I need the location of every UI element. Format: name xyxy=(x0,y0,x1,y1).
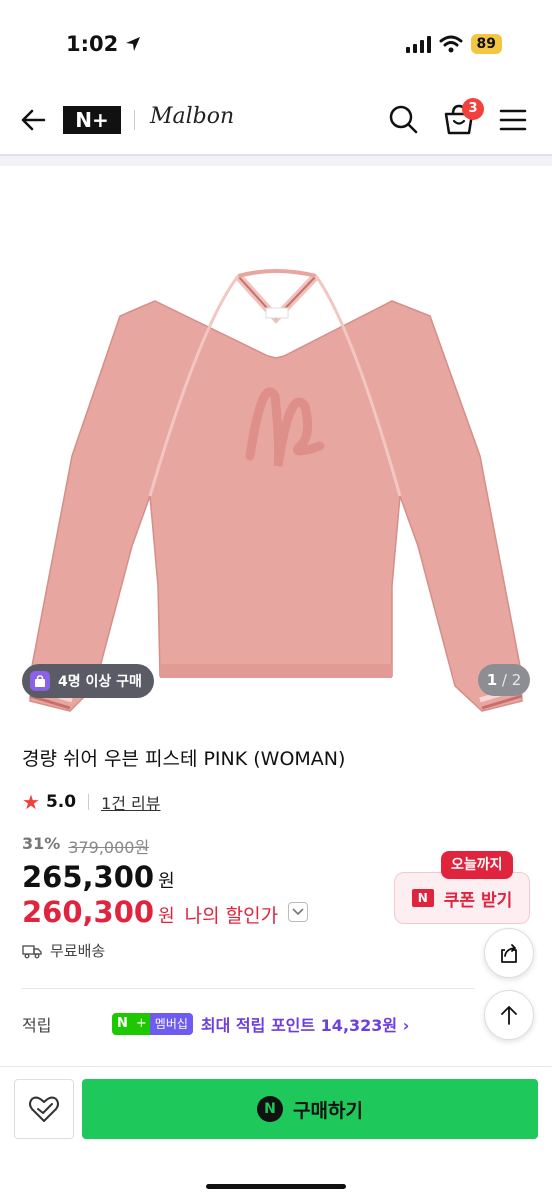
header-divider xyxy=(134,110,135,130)
cellular-signal-icon xyxy=(405,35,431,53)
pager-current: 1 xyxy=(486,671,498,689)
arrow-up-icon xyxy=(501,1006,517,1025)
rating-row: ★ 5.0 1건 리뷰 xyxy=(22,790,161,814)
max-points-text: 최대 적립 포인트 14,323원 › xyxy=(200,1016,410,1035)
pager-total: 2 xyxy=(511,671,522,689)
sale-price-value: 265,300 xyxy=(22,860,155,894)
points-label: 적립 xyxy=(22,1016,52,1035)
original-price: 379,000원 xyxy=(68,838,150,857)
rating-divider xyxy=(88,794,90,810)
naver-n-icon: N xyxy=(411,889,434,907)
review-link[interactable]: 1건 리뷰 xyxy=(101,790,160,814)
scroll-to-top-button[interactable] xyxy=(484,990,534,1040)
hamburger-menu-icon[interactable] xyxy=(498,106,528,134)
discount-line: 31% 379,000원 xyxy=(22,834,149,858)
my-price-unit: 원 xyxy=(158,906,175,927)
nplus-store-logo[interactable]: N+ xyxy=(63,106,121,134)
shopping-bag-icon xyxy=(30,671,50,691)
product-title: 경량 쉬어 우븐 피스테 PINK (WOMAN) xyxy=(22,748,346,770)
share-button[interactable] xyxy=(484,928,534,978)
buy-button[interactable]: N 구매하기 xyxy=(82,1079,538,1139)
delivery-label: 무료배송 xyxy=(50,942,106,960)
coupon-deadline-tag: 오늘까지 xyxy=(441,851,513,879)
status-icons: 89 xyxy=(405,34,502,54)
back-arrow-icon[interactable] xyxy=(18,104,50,136)
naver-pay-icon: N xyxy=(257,1096,284,1122)
rating-score: 5.0 xyxy=(45,792,77,812)
status-time: 1:02 xyxy=(66,32,142,56)
app-header: N+ Malbon 3 xyxy=(0,88,552,154)
product-image xyxy=(29,269,523,712)
status-bar: 1:02 89 xyxy=(0,0,552,88)
home-indicator xyxy=(206,1184,346,1189)
cart-count-badge: 3 xyxy=(462,98,484,120)
bottom-action-bar: N 구매하기 xyxy=(0,1066,552,1200)
membership-badge: N + 멤버십 xyxy=(112,1013,193,1035)
product-image-gallery[interactable] xyxy=(0,166,552,712)
brand-logo[interactable]: Malbon xyxy=(150,104,234,129)
group-buy-label: 4명 이상 구매 xyxy=(58,674,142,690)
sale-price: 265,300 원 xyxy=(22,860,175,894)
star-icon: ★ xyxy=(22,790,40,814)
truck-icon xyxy=(22,944,42,958)
my-price-value: 260,300 xyxy=(22,895,155,929)
wishlist-button[interactable] xyxy=(14,1079,74,1139)
my-price-label: 나의 할인가 xyxy=(184,905,279,927)
location-arrow-icon xyxy=(126,37,141,51)
header-separator xyxy=(0,154,552,166)
discount-percent: 31% xyxy=(22,834,61,853)
wifi-icon xyxy=(439,35,463,53)
battery-indicator: 89 xyxy=(470,34,502,54)
image-pager: 1 / 2 xyxy=(478,664,530,696)
heart-check-icon xyxy=(29,1096,59,1122)
my-discount-price: 260,300 원 나의 할인가 xyxy=(22,895,309,929)
search-icon[interactable] xyxy=(386,102,420,136)
delivery-info: 무료배송 xyxy=(22,940,105,961)
group-buy-badge: 4명 이상 구매 xyxy=(22,664,154,698)
sale-price-unit: 원 xyxy=(158,871,175,892)
share-icon xyxy=(501,944,517,963)
coupon-label: 쿠폰 받기 xyxy=(443,890,513,911)
section-divider xyxy=(22,988,474,989)
coupon-button[interactable]: N 쿠폰 받기 xyxy=(394,872,530,924)
chevron-down-icon[interactable] xyxy=(288,902,309,922)
points-row[interactable]: 적립 N + 멤버십 최대 적립 포인트 14,323원 › xyxy=(22,1012,409,1036)
buy-button-label: 구매하기 xyxy=(293,1099,363,1122)
